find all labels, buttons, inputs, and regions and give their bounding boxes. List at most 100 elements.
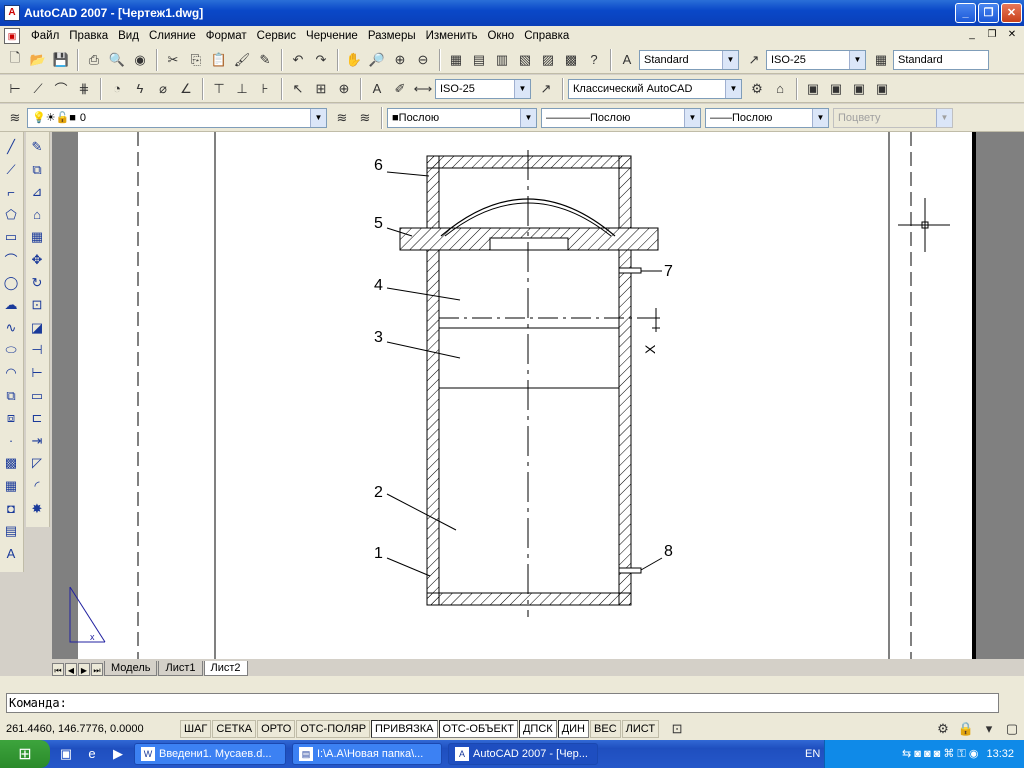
angular-dim-icon[interactable]: ∠ <box>175 78 197 100</box>
ellipse-icon[interactable]: ⬭ <box>0 339 22 361</box>
dim-update-icon[interactable]: ⟷ <box>412 78 434 100</box>
arc-length-icon[interactable]: ⌒ <box>50 78 72 100</box>
sheet-set-icon[interactable]: ▧ <box>514 49 536 71</box>
circle-icon[interactable]: ◯ <box>0 272 22 294</box>
task-autocad[interactable]: A AutoCAD 2007 - [Чер... <box>448 743 598 765</box>
pan-icon[interactable]: ✋ <box>343 49 365 71</box>
chevron-down-icon[interactable]: ▼ <box>722 50 738 69</box>
diameter-dim-icon[interactable]: ⌀ <box>152 78 174 100</box>
prev-tab-button[interactable]: ◀ <box>65 663 77 676</box>
open-icon[interactable]: 📂 <box>27 49 49 71</box>
jogged-dim-icon[interactable]: ϟ <box>129 78 151 100</box>
minimize-button[interactable]: _ <box>955 3 976 23</box>
quickcalc-icon[interactable]: ▩ <box>560 49 582 71</box>
line-icon[interactable]: ╱ <box>0 136 22 158</box>
preview-icon[interactable]: 🔍 <box>106 49 128 71</box>
publish-icon[interactable]: ◉ <box>129 49 151 71</box>
explode-icon[interactable]: ✸ <box>26 498 48 520</box>
workspace-select[interactable]: Классический AutoCAD ▼ <box>568 78 742 99</box>
tab-layout1[interactable]: Лист1 <box>158 661 203 676</box>
menu-tools[interactable]: Сервис <box>252 30 301 42</box>
rectangle-icon[interactable]: ▭ <box>0 226 22 248</box>
menu-merge[interactable]: Слияние <box>144 30 201 42</box>
tray-icons[interactable]: ⇆ ◙ ◙ ◙ ⌘ ⚿ ◉ <box>902 747 978 761</box>
chevron-down-icon[interactable]: ▼ <box>520 108 536 127</box>
status-menu-icon[interactable]: ▾ <box>978 718 1000 740</box>
menu-window[interactable]: Окно <box>482 30 519 42</box>
markup-icon[interactable]: ▨ <box>537 49 559 71</box>
scale-icon[interactable]: ⊡ <box>26 294 48 316</box>
dyn-toggle[interactable]: ДИН <box>557 720 590 738</box>
aligned-dim-icon[interactable]: ⟋ <box>27 78 49 100</box>
construction-line-icon[interactable]: ⟋ <box>0 159 22 181</box>
dim-edit-icon[interactable]: A <box>366 78 388 100</box>
dim-style-icon[interactable]: ↗ <box>743 49 765 71</box>
workspace-save-icon[interactable]: ⌂ <box>769 78 791 100</box>
ortho-toggle[interactable]: ОРТО <box>257 720 296 738</box>
break-icon[interactable]: ⊏ <box>26 407 48 429</box>
center-mark-icon[interactable]: ⊕ <box>333 78 355 100</box>
ducs-toggle[interactable]: ДПСК <box>518 720 557 738</box>
join-icon[interactable]: ⇥ <box>26 430 48 452</box>
text-style-select[interactable]: Standard ▼ <box>639 49 739 70</box>
mirror-icon[interactable]: ⊿ <box>26 181 48 203</box>
close-button[interactable]: ✕ <box>1001 3 1022 23</box>
fillet-icon[interactable]: ◜ <box>26 475 48 497</box>
polygon-icon[interactable]: ⬠ <box>0 204 22 226</box>
menu-help[interactable]: Справка <box>519 30 574 42</box>
lwt-toggle[interactable]: ВЕС <box>590 720 621 738</box>
lineweight-select[interactable]: —— Послою ▼ <box>705 107 829 128</box>
internet-explorer-icon[interactable]: e <box>82 744 102 764</box>
task-word-document[interactable]: W Введени1. Мусаев.d... <box>134 743 286 765</box>
doc-minimize-button[interactable]: _ <box>964 28 980 42</box>
continue-dim-icon[interactable]: ⊦ <box>254 78 276 100</box>
dim-style-select[interactable]: ISO-25 ▼ <box>766 49 866 70</box>
next-tab-button[interactable]: ▶ <box>78 663 90 676</box>
restore-button[interactable]: ❐ <box>978 3 999 23</box>
baseline-dim-icon[interactable]: ⊥ <box>231 78 253 100</box>
erase-icon[interactable]: ✎ <box>26 136 48 158</box>
properties-icon[interactable]: ▦ <box>445 49 467 71</box>
drawing-svg[interactable]: X 6 5 4 3 2 1 7 8 x <box>52 132 1024 659</box>
new-icon[interactable]: 🗋 <box>4 49 26 71</box>
stretch-icon[interactable]: ◪ <box>26 317 48 339</box>
lock-icon[interactable]: 🔒 <box>955 718 977 740</box>
table-icon[interactable]: ▤ <box>0 520 22 542</box>
tab-model[interactable]: Модель <box>104 661 158 676</box>
workspace-settings-icon[interactable]: ⚙ <box>746 78 768 100</box>
grid-toggle[interactable]: СЕТКА <box>212 720 257 738</box>
copy-icon[interactable]: ⎘ <box>185 49 207 71</box>
save-icon[interactable]: 💾 <box>50 49 72 71</box>
help-icon[interactable]: ? <box>583 49 605 71</box>
polyline-icon[interactable]: ⌐ <box>0 181 22 203</box>
task-explorer-folder[interactable]: ▤ I:\A.A\Новая папка\... <box>292 743 442 765</box>
menu-modify[interactable]: Изменить <box>421 30 483 42</box>
multiline-text-icon[interactable]: A <box>0 543 22 565</box>
draw-order-front-icon[interactable]: ▣ <box>802 78 824 100</box>
copy-object-icon[interactable]: ⧉ <box>26 159 48 181</box>
tab-layout2[interactable]: Лист2 <box>203 661 248 676</box>
coordinate-readout[interactable]: 261.4460, 146.7776, 0.0000 <box>6 723 180 735</box>
break-at-point-icon[interactable]: ▭ <box>26 385 48 407</box>
tolerance-icon[interactable]: ⊞ <box>310 78 332 100</box>
zoom-previous-icon[interactable]: ⊖ <box>412 49 434 71</box>
ellipse-arc-icon[interactable]: ◠ <box>0 362 22 384</box>
point-icon[interactable]: · <box>0 430 22 452</box>
doc-close-button[interactable]: ✕ <box>1004 28 1020 42</box>
print-icon[interactable]: ⎙ <box>83 49 105 71</box>
autocad-app-icon[interactable]: A <box>4 5 20 21</box>
quicklaunch-icon-1[interactable]: ▣ <box>56 744 76 764</box>
chevron-down-icon[interactable]: ▼ <box>725 79 741 98</box>
polar-toggle[interactable]: ОТС-ПОЛЯР <box>296 720 371 738</box>
media-player-icon[interactable]: ▶ <box>108 744 128 764</box>
chevron-down-icon[interactable]: ▼ <box>514 79 530 98</box>
cut-icon[interactable]: ✂ <box>162 49 184 71</box>
color-select[interactable]: ■ Послою ▼ <box>387 107 537 128</box>
undo-icon[interactable]: ↶ <box>287 49 309 71</box>
language-indicator[interactable]: EN <box>805 748 820 760</box>
offset-icon[interactable]: ⌂ <box>26 204 48 226</box>
ordinate-dim-icon[interactable]: ⋕ <box>73 78 95 100</box>
osnap-toggle[interactable]: ПРИВЯЗКА <box>371 720 438 738</box>
zoom-realtime-icon[interactable]: 🔎 <box>366 49 388 71</box>
redo-icon[interactable]: ↷ <box>310 49 332 71</box>
